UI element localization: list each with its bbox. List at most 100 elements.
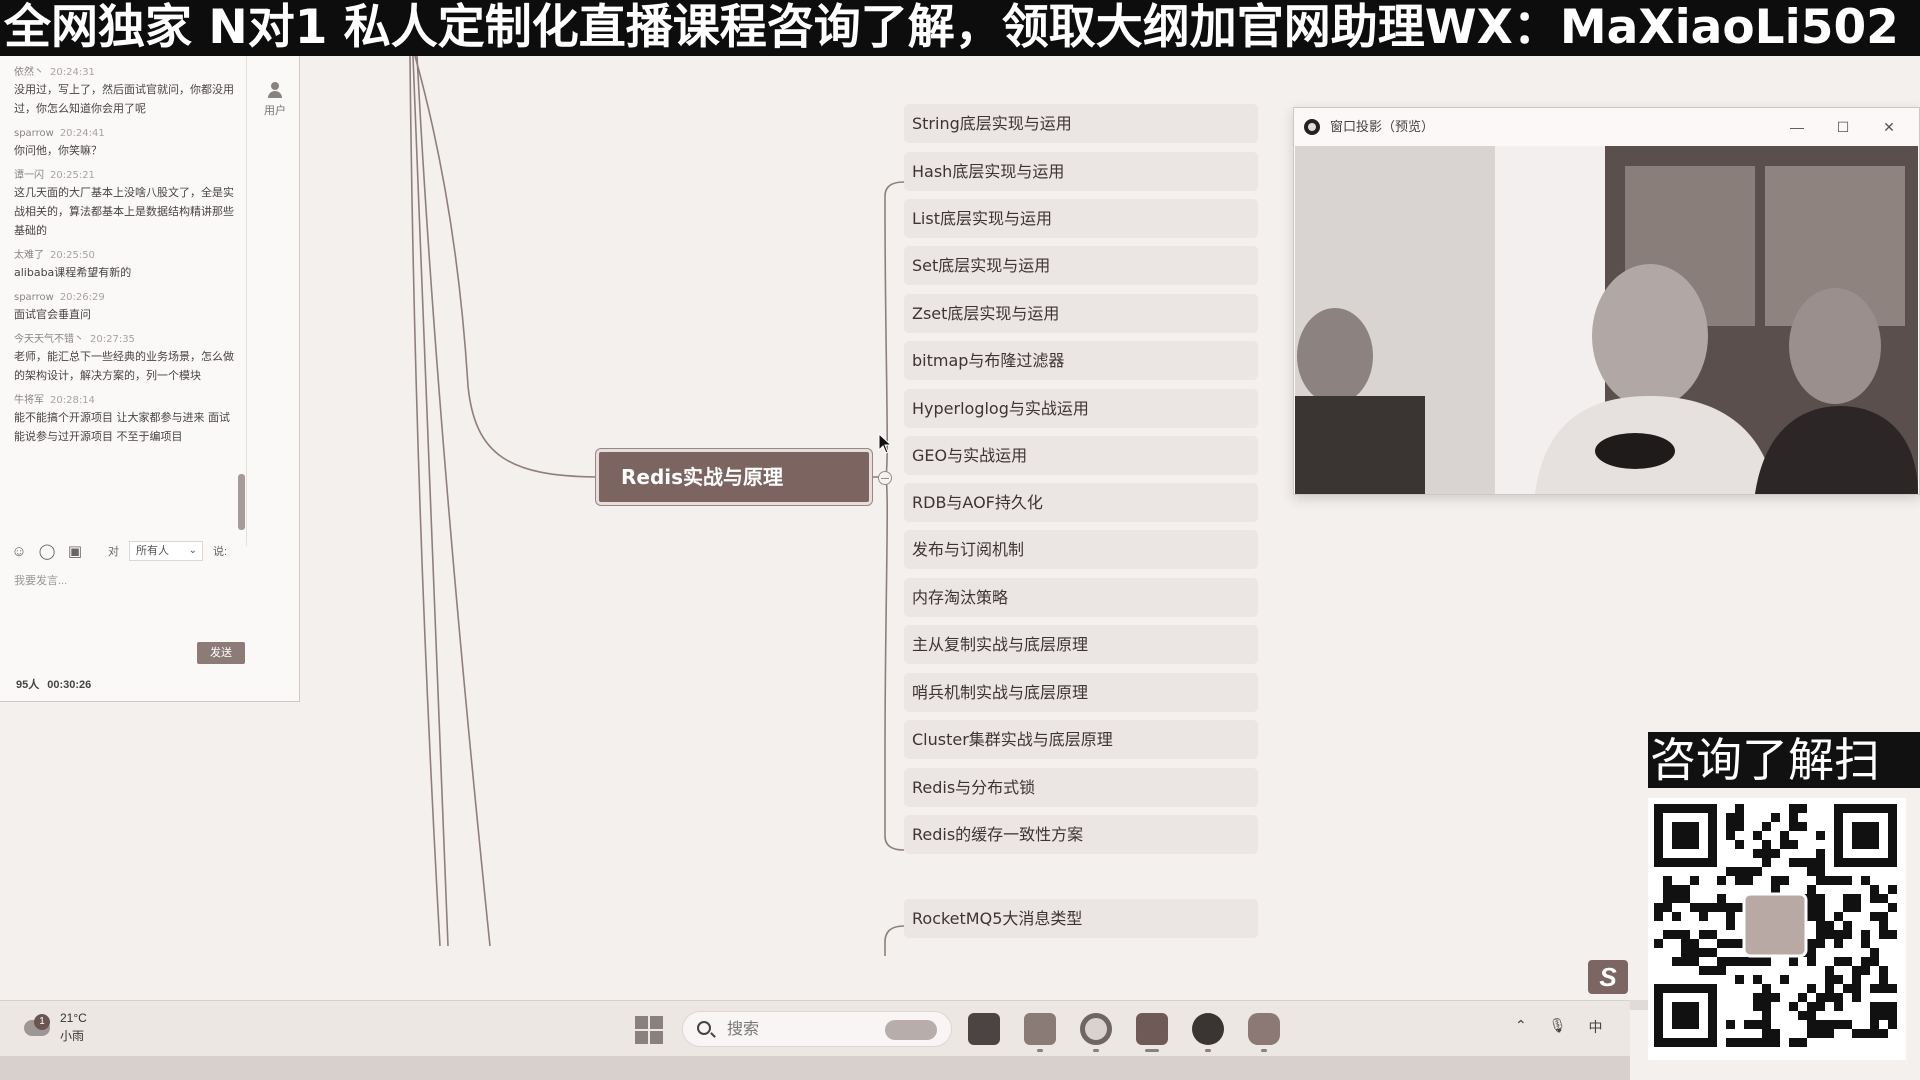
file-explorer-icon[interactable] (1024, 1013, 1056, 1045)
mindmap-node[interactable]: Zset底层实现与运用 (904, 294, 1258, 333)
chat-username: sparrow (14, 292, 54, 303)
preview-window: 窗口投影（预览） — ☐ ✕ (1293, 107, 1920, 495)
chat-username: sparrow (14, 128, 54, 139)
chrome-icon[interactable] (1080, 1013, 1112, 1045)
mindmap-node[interactable]: 发布与订阅机制 (904, 530, 1258, 569)
chat-text: 能不能搞个开源项目 让大家都参与进来 面试能说参与过开源项目 不至于编项目 (14, 411, 230, 443)
chat-message: 依然丶 20:24:31 没用过，写上了，然后面试官就问，你都没用过，你怎么知道你… (14, 66, 236, 118)
mindmap-node[interactable]: Set底层实现与运用 (904, 246, 1258, 285)
emoji-icon[interactable]: ☺ (10, 542, 28, 560)
chat-time: 20:25:21 (50, 170, 95, 181)
taskbar: 1 21°C 小雨 搜索 ⌃ 🎙 中 (0, 1000, 1630, 1056)
mindmap-node[interactable]: RDB与AOF持久化 (904, 483, 1258, 522)
recipient-select[interactable]: 所有人 ⌄ (129, 541, 203, 561)
chat-sidebar: 用户 (246, 56, 300, 546)
user-icon (268, 82, 282, 98)
mouse-cursor-icon (878, 433, 893, 454)
mindmap-node[interactable]: Cluster集群实战与底层原理 (904, 720, 1258, 759)
mindmap-node[interactable]: Hyperloglog与实战运用 (904, 389, 1258, 428)
chat-text: 你问他，你笑嘛？ (14, 144, 102, 157)
image-icon[interactable]: ▣ (66, 542, 84, 560)
search-highlight-icon (885, 1020, 937, 1040)
qr-code-graphic (1654, 804, 1897, 1047)
chat-username: 牛将军 (14, 395, 44, 406)
recipient-value: 所有人 (136, 545, 169, 557)
tab-users[interactable]: 用户 (255, 82, 295, 118)
ime-indicator[interactable]: 中 (1589, 1017, 1603, 1037)
meeting-app-icon[interactable] (1248, 1013, 1280, 1045)
webcam-frame (1295, 146, 1918, 494)
chat-text: alibaba课程希望有新的 (14, 266, 132, 279)
chat-toolbar: ☺ ◯ ▣ 对 所有人 ⌄ 说: (10, 540, 227, 562)
chat-status: 95人 00:30:26 (16, 676, 91, 692)
chat-time: 20:27:35 (90, 334, 135, 345)
mindmap-node[interactable]: bitmap与布隆过滤器 (904, 341, 1258, 380)
promo-banner: 全网独家 N对1 私人定制化直播课程咨询了解，领取大纲加官网助理WX：MaXia… (0, 0, 1920, 56)
mindmap-node[interactable]: String底层实现与运用 (904, 104, 1258, 143)
mindmap-node[interactable]: 内存淘汰策略 (904, 578, 1258, 617)
mindmap-node[interactable]: RocketMQ5大消息类型 (904, 899, 1258, 938)
collapse-toggle[interactable] (878, 471, 892, 485)
running-indicator (1037, 1049, 1043, 1052)
maximize-button[interactable]: ☐ (1820, 108, 1866, 146)
terminal-app-icon[interactable] (968, 1013, 1000, 1045)
mindmap-node[interactable]: Redis的缓存一致性方案 (904, 815, 1258, 854)
viewer-count: 95人 (16, 679, 40, 691)
chat-text: 老师，能汇总下一些经典的业务场景，怎么做的架构设计，解决方案的，列一个模块 (14, 350, 234, 382)
mindmap-node[interactable]: Redis与分布式锁 (904, 768, 1258, 807)
chat-time: 20:26:29 (59, 292, 105, 303)
system-tray: ⌃ 🎙 中 (1515, 1017, 1603, 1037)
chat-text: 没用过，写上了，然后面试官就问，你都没用过，你怎么知道你会用了呢 (14, 83, 234, 115)
close-button[interactable]: ✕ (1866, 108, 1912, 146)
chat-scrollbar[interactable] (238, 474, 245, 530)
chat-username: 依然丶 (14, 67, 44, 78)
preview-titlebar[interactable]: 窗口投影（预览） — ☐ ✕ (1294, 108, 1919, 146)
chat-message: sparrow 20:24:41 你问他，你笑嘛？ (14, 127, 236, 160)
notification-badge: 1 (34, 1014, 50, 1030)
obs-icon (1304, 119, 1320, 135)
weather-temp: 21°C (60, 1011, 87, 1025)
say-label: 说: (213, 546, 228, 558)
chat-message: 牛将军 20:28:14 能不能搞个开源项目 让大家都参与进来 面试能说参与过开源… (14, 394, 236, 446)
start-icon[interactable] (635, 1016, 663, 1044)
chevron-down-icon: ⌄ (188, 545, 197, 556)
mindmap-node[interactable]: GEO与实战运用 (904, 436, 1258, 475)
mindmap-node[interactable]: 主从复制实战与底层原理 (904, 625, 1258, 664)
preview-title: 窗口投影（预览） (1330, 119, 1435, 134)
webcam-video (1295, 146, 1918, 494)
running-indicator (1261, 1049, 1267, 1052)
qr-ad-title: 咨询了解扫 (1648, 732, 1920, 788)
mindmap-root-node[interactable]: Redis实战与原理 (596, 449, 872, 505)
s-logo-icon[interactable]: S (1588, 960, 1628, 994)
chat-username: 今天天气不错丶 (14, 334, 84, 345)
mindmap-node[interactable]: Hash底层实现与运用 (904, 152, 1258, 191)
mindmap-node[interactable]: List底层实现与运用 (904, 199, 1258, 238)
search-placeholder: 搜索 (727, 1021, 760, 1038)
qr-code (1648, 798, 1906, 1060)
obs-app-icon[interactable] (1192, 1013, 1224, 1045)
microphone-icon[interactable]: 🎙 (1549, 1017, 1567, 1037)
chevron-up-icon[interactable]: ⌃ (1515, 1017, 1527, 1037)
chat-username: 谭一闪 (14, 170, 44, 181)
comment-icon[interactable]: ◯ (38, 542, 56, 560)
mindmap-node[interactable]: 哨兵机制实战与底层原理 (904, 673, 1258, 712)
chat-message: 太难了 20:25:50 alibaba课程希望有新的 (14, 249, 236, 282)
chat-text: 面试官会垂直问 (14, 308, 91, 321)
live-chat-panel: 依然丶 20:24:31 没用过，写上了，然后面试官就问，你都没用过，你怎么知道你… (0, 56, 300, 702)
taskbar-search[interactable]: 搜索 (682, 1011, 952, 1047)
chat-message-list: 依然丶 20:24:31 没用过，写上了，然后面试官就问，你都没用过，你怎么知道你… (14, 66, 236, 455)
taskbar-bottom-strip (0, 1056, 1630, 1080)
tab-users-label: 用户 (264, 105, 286, 117)
chat-message: 今天天气不错丶 20:27:35 老师，能汇总下一些经典的业务场景，怎么做的架构设… (14, 333, 236, 385)
weather-widget[interactable]: 1 21°C 小雨 (20, 1009, 87, 1045)
chat-time: 20:25:50 (50, 250, 95, 261)
send-button[interactable]: 发送 (197, 642, 245, 664)
to-label: 对 (108, 546, 119, 558)
chat-username: 太难了 (14, 250, 44, 261)
minimize-button[interactable]: — (1774, 108, 1820, 146)
xmind-icon[interactable] (1136, 1013, 1168, 1045)
elapsed-time: 00:30:26 (47, 679, 92, 691)
search-icon (697, 1021, 711, 1035)
running-indicator (1093, 1049, 1099, 1052)
chat-message: sparrow 20:26:29 面试官会垂直问 (14, 291, 236, 324)
